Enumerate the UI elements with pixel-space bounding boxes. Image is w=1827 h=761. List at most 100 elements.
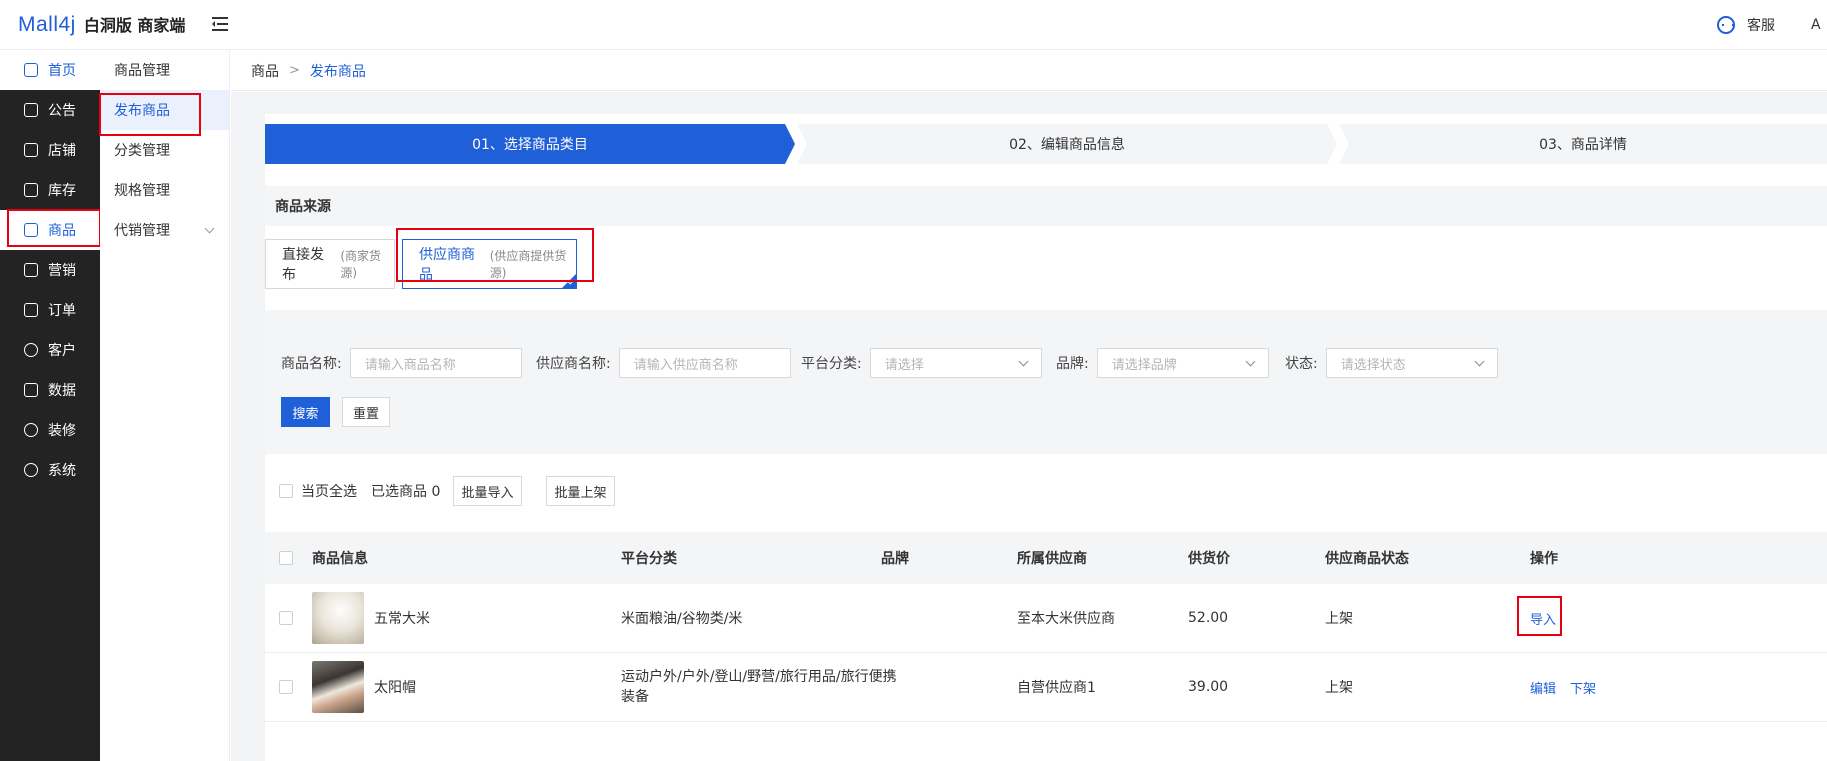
subnav-item-spec[interactable]: 规格管理 bbox=[100, 170, 229, 210]
supplier-cell: 至本大米供应商 bbox=[1017, 611, 1115, 627]
main-panel: 01、选择商品类目 02、编辑商品信息 03、商品详情 商品来源 直接发布 (商… bbox=[265, 114, 1827, 761]
source-option-hint: (商家货源) bbox=[340, 249, 382, 280]
column-header: 商品信息 bbox=[312, 551, 368, 567]
edit-link[interactable]: 编辑 bbox=[1530, 678, 1556, 697]
subnav-item-consign[interactable]: 代销管理 bbox=[100, 210, 229, 250]
select-placeholder: 请选择 bbox=[884, 357, 924, 373]
select-placeholder: 请选择品牌 bbox=[1111, 357, 1177, 373]
inventory-icon bbox=[24, 183, 38, 197]
category-line: 运动户外/户外/登山/野营/旅行用品/旅行便携 bbox=[621, 669, 897, 685]
chevron-down-icon bbox=[1018, 356, 1029, 367]
chart-icon bbox=[24, 383, 38, 397]
source-option-label: 直接发布 bbox=[282, 247, 324, 283]
subnav-item-label: 代销管理 bbox=[114, 223, 170, 239]
select-placeholder: 请选择状态 bbox=[1340, 357, 1406, 373]
filter-label: 商品名称: bbox=[281, 356, 342, 372]
subnav-item-product-manage[interactable]: 商品管理 bbox=[100, 50, 229, 90]
status-cell: 上架 bbox=[1325, 611, 1353, 627]
table-header: 商品信息 平台分类 品牌 所属供应商 供货价 供应商品状态 操作 bbox=[265, 532, 1827, 584]
chat-icon bbox=[1717, 16, 1735, 34]
step-indicator: 01、选择商品类目 02、编辑商品信息 03、商品详情 bbox=[265, 124, 1827, 164]
sidebar-item-inventory[interactable]: 库存 bbox=[0, 170, 100, 210]
product-image[interactable] bbox=[312, 661, 364, 713]
filter-label: 平台分类: bbox=[801, 356, 862, 372]
sidebar-item-label: 首页 bbox=[48, 63, 76, 79]
customer-service-label: 客服 bbox=[1747, 18, 1775, 34]
batch-import-button[interactable]: 批量导入 bbox=[453, 476, 522, 506]
import-link[interactable]: 导入 bbox=[1530, 609, 1556, 628]
table-row: 五常大米 米面粮油/谷物类/米 至本大米供应商 52.00 上架 导入 bbox=[265, 584, 1827, 653]
category-line: 装备 bbox=[621, 689, 649, 705]
filter-label: 状态: bbox=[1285, 356, 1318, 372]
sidebar-item-notice[interactable]: 公告 bbox=[0, 90, 100, 130]
notice-icon bbox=[24, 103, 38, 117]
subnav-item-category[interactable]: 分类管理 bbox=[100, 130, 229, 170]
product-info-cell: 太阳帽 bbox=[312, 653, 416, 721]
shop-icon bbox=[24, 143, 38, 157]
supplier-name-input[interactable]: 请输入供应商名称 bbox=[618, 348, 791, 378]
row-checkbox-cell bbox=[279, 653, 293, 721]
logo[interactable]: Mall4j 白洞版 商家端 bbox=[18, 12, 185, 37]
filter-label: 品牌: bbox=[1056, 356, 1089, 372]
subnav-item-label: 商品管理 bbox=[114, 63, 170, 79]
sidebar-item-decorate[interactable]: 装修 bbox=[0, 410, 100, 450]
secondary-sidebar: 商品管理 发布商品 分类管理 规格管理 代销管理 bbox=[100, 50, 230, 761]
sidebar-item-label: 系统 bbox=[48, 463, 76, 479]
checkbox[interactable] bbox=[279, 680, 293, 694]
search-button[interactable]: 搜索 bbox=[281, 397, 330, 427]
batch-shelf-button[interactable]: 批量上架 bbox=[546, 476, 615, 506]
checkbox[interactable] bbox=[279, 484, 293, 498]
filter-supplier-name: 供应商名称: 请输入供应商名称 bbox=[536, 348, 791, 378]
checkbox[interactable] bbox=[279, 611, 293, 625]
column-header: 供货价 bbox=[1188, 551, 1230, 567]
header-actions: 客服 A bbox=[1717, 0, 1827, 50]
category-select[interactable]: 请选择 bbox=[869, 348, 1042, 378]
sidebar-item-label: 订单 bbox=[48, 303, 76, 319]
sidebar-item-system[interactable]: 系统 bbox=[0, 450, 100, 490]
menu-toggle-icon[interactable] bbox=[212, 17, 228, 31]
checkbox[interactable] bbox=[279, 551, 293, 565]
reset-button[interactable]: 重置 bbox=[342, 397, 390, 427]
filter-panel: 商品名称: 请输入商品名称 供应商名称: 请输入供应商名称 平台分类: 请选择 bbox=[265, 310, 1827, 454]
product-image[interactable] bbox=[312, 592, 364, 644]
price-cell: 39.00 bbox=[1188, 679, 1229, 695]
customer-service-button[interactable]: 客服 bbox=[1717, 15, 1775, 35]
status-select[interactable]: 请选择状态 bbox=[1325, 348, 1498, 378]
user-icon bbox=[24, 343, 38, 357]
sidebar-item-data[interactable]: 数据 bbox=[0, 370, 100, 410]
chevron-down-icon bbox=[1245, 356, 1256, 367]
source-option-label: 供应商商品 bbox=[419, 247, 475, 283]
select-all-label: 当页全选 bbox=[301, 484, 357, 500]
filter-product-name: 商品名称: 请输入商品名称 bbox=[281, 348, 522, 378]
product-name-input[interactable]: 请输入商品名称 bbox=[349, 348, 522, 378]
user-menu[interactable]: A bbox=[1811, 17, 1827, 33]
gift-icon bbox=[24, 263, 38, 277]
sidebar-item-customer[interactable]: 客户 bbox=[0, 330, 100, 370]
subnav-item-label: 发布商品 bbox=[114, 103, 170, 119]
step-2: 02、编辑商品信息 bbox=[797, 124, 1337, 164]
actions-cell: 导入 bbox=[1530, 584, 1556, 652]
brand-logo: Mall4j bbox=[18, 13, 76, 36]
source-supplier-option[interactable]: 供应商商品 (供应商提供货源) bbox=[402, 239, 577, 289]
sidebar-item-order[interactable]: 订单 bbox=[0, 290, 100, 330]
sidebar-item-home[interactable]: 首页 bbox=[0, 50, 100, 90]
breadcrumb-current: 发布商品 bbox=[309, 63, 366, 80]
sidebar-item-shop[interactable]: 店铺 bbox=[0, 130, 100, 170]
column-header: 操作 bbox=[1530, 551, 1558, 567]
select-all-checkbox[interactable]: 当页全选 bbox=[279, 476, 357, 506]
brand-select[interactable]: 请选择品牌 bbox=[1096, 348, 1269, 378]
sidebar-item-marketing[interactable]: 营销 bbox=[0, 250, 100, 290]
source-direct-option[interactable]: 直接发布 (商家货源) bbox=[265, 239, 395, 289]
product-name: 五常大米 bbox=[374, 611, 430, 627]
subnav-item-publish[interactable]: 发布商品 bbox=[100, 90, 229, 130]
edition-label: 白洞版 商家端 bbox=[83, 16, 186, 35]
step-1: 01、选择商品类目 bbox=[265, 124, 795, 164]
gear-icon bbox=[24, 463, 38, 477]
breadcrumb: 商品 > 发布商品 bbox=[231, 51, 1827, 91]
unshelf-link[interactable]: 下架 bbox=[1570, 678, 1596, 697]
batch-actions: 当页全选 已选商品 0 批量导入 批量上架 bbox=[265, 476, 865, 506]
section-title: 商品来源 bbox=[265, 186, 1827, 226]
breadcrumb-parent[interactable]: 商品 bbox=[251, 61, 279, 81]
sidebar-item-product[interactable]: 商品 bbox=[0, 210, 100, 250]
sidebar-item-label: 装修 bbox=[48, 423, 76, 439]
